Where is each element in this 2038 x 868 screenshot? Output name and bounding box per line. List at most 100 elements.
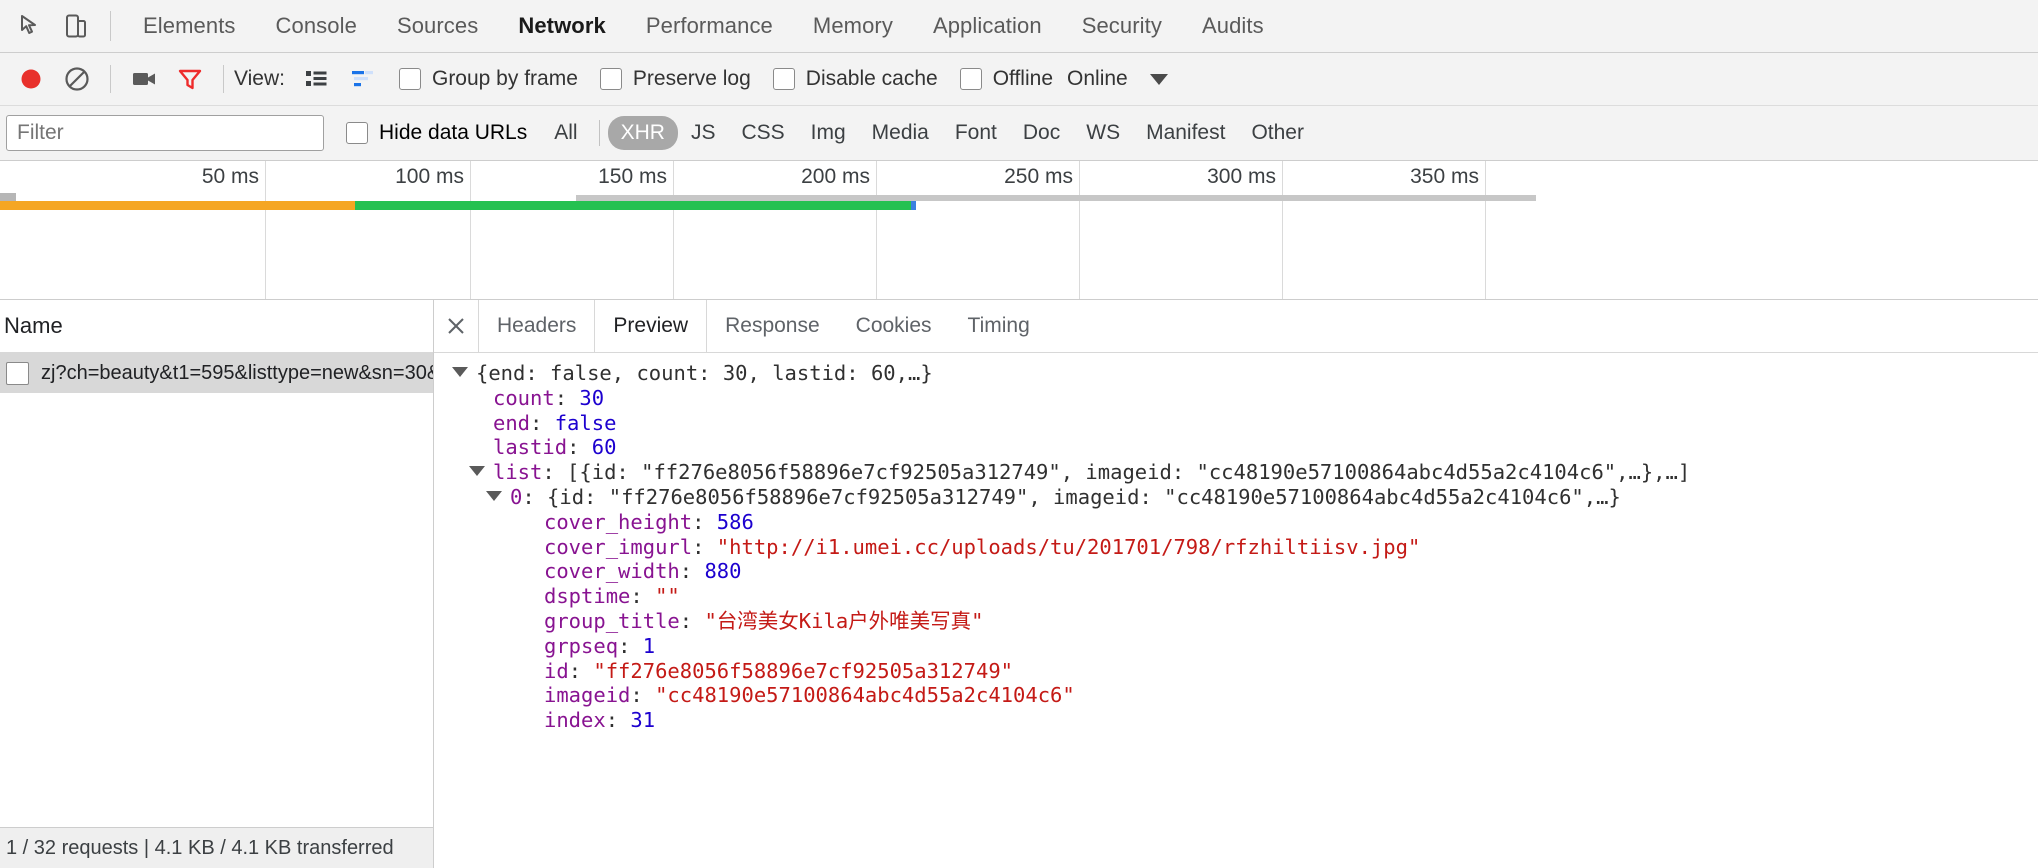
device-toolbar-icon[interactable]: [54, 4, 98, 48]
filter-type-media[interactable]: Media: [859, 116, 942, 150]
tab-performance[interactable]: Performance: [626, 0, 793, 52]
json-line[interactable]: index: 31: [452, 708, 2038, 733]
filter-type-js[interactable]: JS: [678, 116, 729, 150]
inspect-element-icon[interactable]: [10, 4, 54, 48]
tab-cookies[interactable]: Cookies: [838, 300, 950, 352]
json-text: :: [567, 435, 592, 460]
preserve-log-checkbox[interactable]: Preserve log: [600, 67, 751, 91]
filter-type-font[interactable]: Font: [942, 116, 1010, 150]
hide-data-urls-label: Hide data URLs: [379, 121, 527, 145]
json-text: :: [692, 535, 717, 560]
json-key: group_title: [544, 609, 680, 634]
json-line[interactable]: list: [{id: "ff276e8056f58896e7cf92505a3…: [452, 460, 2038, 485]
ruler-tick-label: 350 ms: [1410, 165, 1479, 189]
json-line[interactable]: cover_height: 586: [452, 510, 2038, 535]
main-toolbar: Elements Console Sources Network Perform…: [0, 0, 2038, 53]
triangle-down-icon[interactable]: [486, 491, 502, 501]
group-by-frame-checkbox[interactable]: Group by frame: [399, 67, 578, 91]
json-line[interactable]: dsptime: "": [452, 584, 2038, 609]
json-key: end: [493, 411, 530, 436]
json-line[interactable]: count: 30: [452, 386, 2038, 411]
waterfall-view-icon[interactable]: [341, 58, 383, 100]
tab-elements[interactable]: Elements: [123, 0, 256, 52]
chevron-down-icon[interactable]: [1150, 74, 1168, 85]
tab-headers[interactable]: Headers: [479, 300, 595, 352]
row-checkbox[interactable]: [6, 362, 29, 385]
ruler-tick: 350 ms: [1485, 161, 1486, 299]
json-string-value: "http://i1.umei.cc/uploads/tu/201701/798…: [717, 535, 1421, 560]
json-line[interactable]: imageid: "cc48190e57100864abc4d55a2c4104…: [452, 683, 2038, 708]
json-line[interactable]: lastid: 60: [452, 435, 2038, 460]
view-label: View:: [234, 67, 285, 91]
search-input[interactable]: [6, 115, 324, 151]
record-stop-icon[interactable]: [8, 56, 54, 102]
json-text: :: [680, 609, 705, 634]
json-preview-tree[interactable]: {end: false, count: 30, lastid: 60,…}cou…: [434, 353, 2038, 868]
json-line[interactable]: cover_width: 880: [452, 559, 2038, 584]
json-text: :: [630, 683, 655, 708]
tab-sources[interactable]: Sources: [377, 0, 498, 52]
json-line[interactable]: {end: false, count: 30, lastid: 60,…}: [452, 361, 2038, 386]
devtools-window: Elements Console Sources Network Perform…: [0, 0, 2038, 868]
tab-response[interactable]: Response: [707, 300, 838, 352]
filter-type-img[interactable]: Img: [798, 116, 859, 150]
tab-timing[interactable]: Timing: [950, 300, 1048, 352]
checkbox-box: [960, 68, 982, 90]
json-line[interactable]: cover_imgurl: "http://i1.umei.cc/uploads…: [452, 535, 2038, 560]
name-column-header[interactable]: Name: [0, 300, 433, 353]
hide-data-urls-checkbox[interactable]: Hide data URLs: [346, 121, 527, 145]
tab-security[interactable]: Security: [1062, 0, 1182, 52]
toolbar-divider: [110, 11, 111, 41]
tab-preview[interactable]: Preview: [595, 300, 707, 352]
tab-network[interactable]: Network: [498, 0, 626, 52]
filter-type-ws[interactable]: WS: [1073, 116, 1133, 150]
json-key: cover_imgurl: [544, 535, 692, 560]
json-line[interactable]: group_title: "台湾美女Kila户外唯美写真": [452, 609, 2038, 634]
json-key: 0: [510, 485, 522, 510]
camera-icon[interactable]: [121, 56, 167, 102]
json-text: :: [606, 708, 631, 733]
json-text: :: [555, 386, 580, 411]
overview-scrollbar[interactable]: [576, 195, 1536, 201]
ruler-tick: 250 ms: [1079, 161, 1080, 299]
filter-type-xhr[interactable]: XHR: [608, 116, 678, 150]
checkbox-box: [346, 122, 368, 144]
json-line[interactable]: 0: {id: "ff276e8056f58896e7cf92505a31274…: [452, 485, 2038, 510]
network-overview[interactable]: 50 ms100 ms150 ms200 ms250 ms300 ms350 m…: [0, 161, 2038, 300]
filter-type-doc[interactable]: Doc: [1010, 116, 1073, 150]
ruler-tick: 50 ms: [265, 161, 266, 299]
close-icon[interactable]: [434, 300, 479, 352]
offline-label: Offline: [993, 67, 1053, 91]
json-line[interactable]: grpseq: 1: [452, 634, 2038, 659]
json-number-value: 31: [630, 708, 655, 733]
table-row[interactable]: zj?ch=beauty&t1=595&listtype=new&sn=30&l…: [0, 353, 433, 393]
filter-type-other[interactable]: Other: [1238, 116, 1317, 150]
tab-audits[interactable]: Audits: [1182, 0, 1284, 52]
throttling-select[interactable]: Online: [1067, 67, 1128, 91]
ruler-tick: 150 ms: [673, 161, 674, 299]
json-line[interactable]: id: "ff276e8056f58896e7cf92505a312749": [452, 659, 2038, 684]
tab-memory[interactable]: Memory: [793, 0, 913, 52]
json-key: count: [493, 386, 555, 411]
offline-checkbox[interactable]: Offline: [960, 67, 1053, 91]
filter-funnel-icon[interactable]: [167, 56, 213, 102]
tail-segment: [911, 201, 916, 210]
tab-application[interactable]: Application: [913, 0, 1062, 52]
status-bar: 1 / 32 requests | 4.1 KB / 4.1 KB transf…: [0, 827, 433, 868]
detail-tab-list: Headers Preview Response Cookies Timing: [434, 300, 2038, 353]
filter-type-manifest[interactable]: Manifest: [1133, 116, 1238, 150]
triangle-down-icon[interactable]: [452, 367, 468, 377]
list-view-icon[interactable]: [295, 58, 337, 100]
disable-cache-checkbox[interactable]: Disable cache: [773, 67, 938, 91]
network-split: Name zj?ch=beauty&t1=595&listtype=new&sn…: [0, 300, 2038, 868]
json-string-value: "台湾美女Kila户外唯美写真": [704, 609, 983, 634]
filter-type-css[interactable]: CSS: [728, 116, 797, 150]
clear-icon[interactable]: [54, 56, 100, 102]
ruler-tick: 200 ms: [876, 161, 877, 299]
json-line[interactable]: end: false: [452, 411, 2038, 436]
filter-type-all[interactable]: All: [541, 116, 590, 150]
request-list-pane: Name zj?ch=beauty&t1=595&listtype=new&sn…: [0, 300, 434, 868]
request-rows: zj?ch=beauty&t1=595&listtype=new&sn=30&l…: [0, 353, 433, 827]
tab-console[interactable]: Console: [256, 0, 377, 52]
triangle-down-icon[interactable]: [469, 466, 485, 476]
